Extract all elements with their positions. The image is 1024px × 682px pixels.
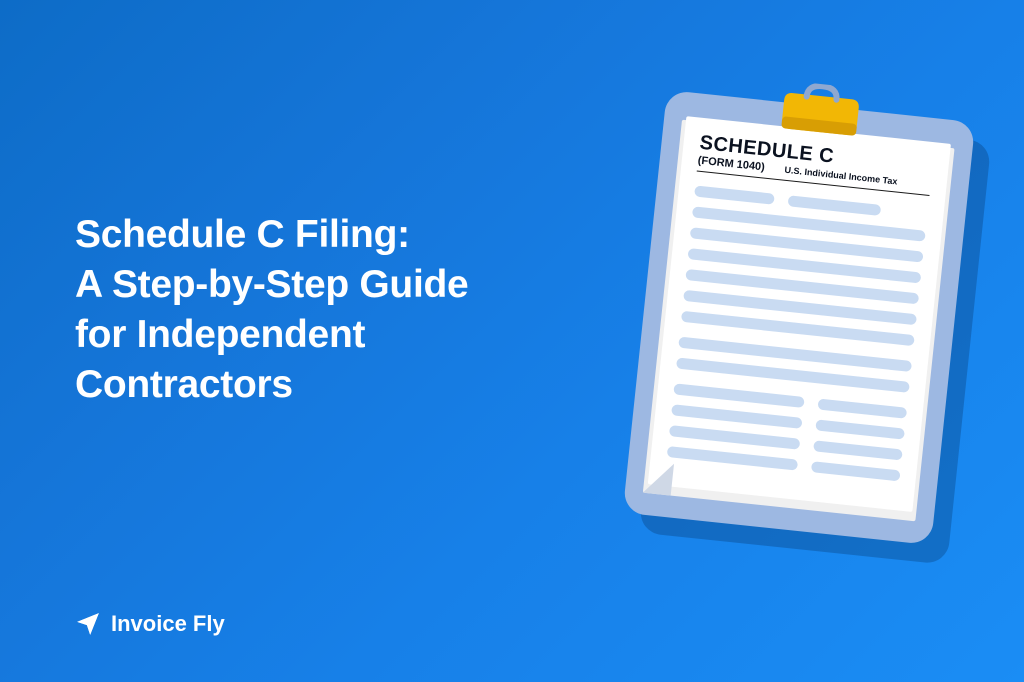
page-title: Schedule C Filing:A Step-by-Step Guide f… [75, 210, 515, 410]
form-paper: SCHEDULE C (FORM 1040) U.S. Individual I… [648, 116, 951, 512]
brand-logo: Invoice Fly [75, 611, 225, 637]
paper-fold-corner [643, 461, 674, 496]
paper-plane-icon [75, 611, 101, 637]
brand-name: Invoice Fly [111, 611, 225, 637]
clipboard-clip-icon [771, 79, 871, 139]
clipboard-illustration: SCHEDULE C (FORM 1040) U.S. Individual I… [623, 90, 976, 545]
form-lines-section-1 [679, 185, 928, 361]
